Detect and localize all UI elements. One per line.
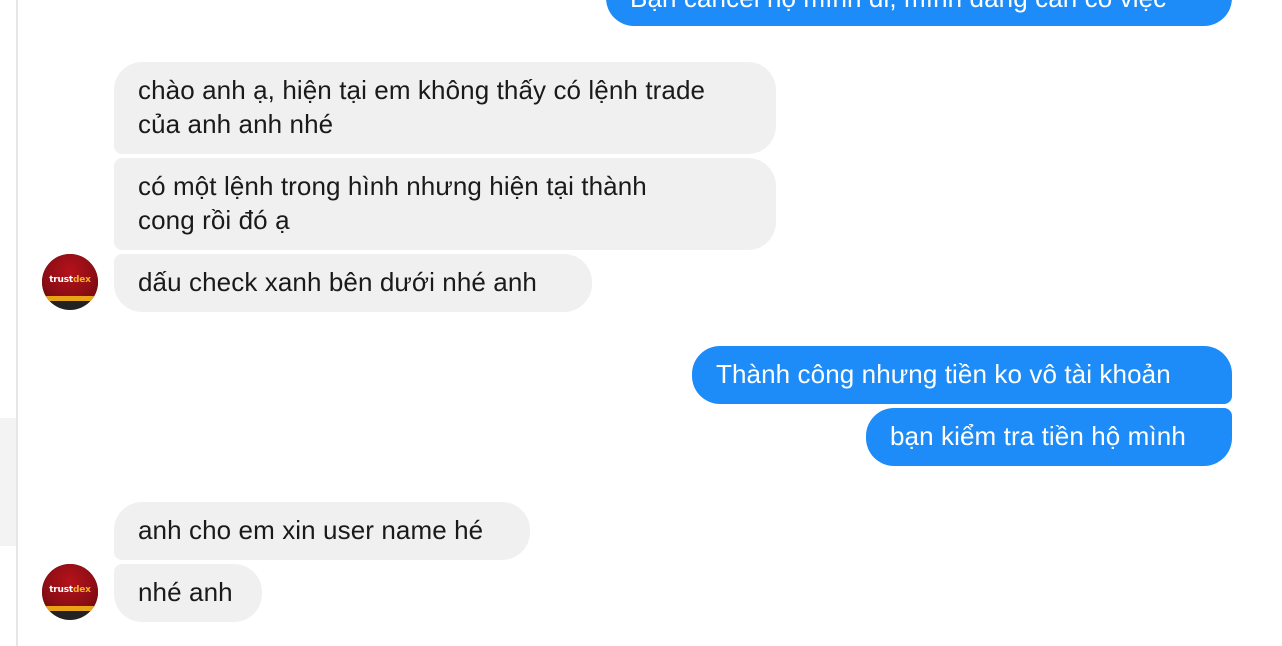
message-incoming[interactable]: anh cho em xin user name hé [114,502,530,560]
message-incoming[interactable]: dấu check xanh bên dưới nhé anh [114,254,592,312]
message-text-line: của anh anh nhé [138,109,334,139]
message-outgoing[interactable]: bạn kiểm tra tiền hộ mình [866,408,1232,466]
message-incoming[interactable]: nhé anh [114,564,262,622]
message-text: dấu check xanh bên dưới nhé anh [138,267,537,297]
trustdex-logo: trustdex [49,585,91,595]
message-incoming[interactable]: chào anh ạ, hiện tại em không thấy có lệ… [114,62,776,154]
sidebar-selected-row[interactable] [0,418,16,546]
message-text: nhé anh [138,577,233,607]
message-text: bạn kiểm tra tiền hộ mình [890,421,1186,451]
message-outgoing[interactable]: Bạn cancel hộ mình đi, mình đang cần có … [606,0,1232,26]
message-text: Thành công nhưng tiền ko vô tài khoản [716,359,1171,389]
trustdex-logo: trustdex [49,275,91,285]
message-text: Bạn cancel hộ mình đi, mình đang cần có … [630,0,1208,15]
sidebar-edge [0,0,18,646]
avatar-logo-band [42,296,98,301]
message-text-line: cong rồi đó ạ [138,205,290,235]
message-outgoing[interactable]: Thành công nhưng tiền ko vô tài khoản [692,346,1232,404]
message-text-line: chào anh ạ, hiện tại em không thấy có lệ… [138,75,706,105]
contact-avatar[interactable]: trustdex [42,254,98,310]
message-text: anh cho em xin user name hé [138,515,484,545]
contact-avatar[interactable]: trustdex [42,564,98,620]
avatar-logo-band [42,606,98,611]
message-text-line: có một lệnh trong hình nhưng hiện tại th… [138,171,647,201]
chat-window: Bạn cancel hộ mình đi, mình đang cần có … [0,0,1282,646]
message-incoming[interactable]: có một lệnh trong hình nhưng hiện tại th… [114,158,776,250]
